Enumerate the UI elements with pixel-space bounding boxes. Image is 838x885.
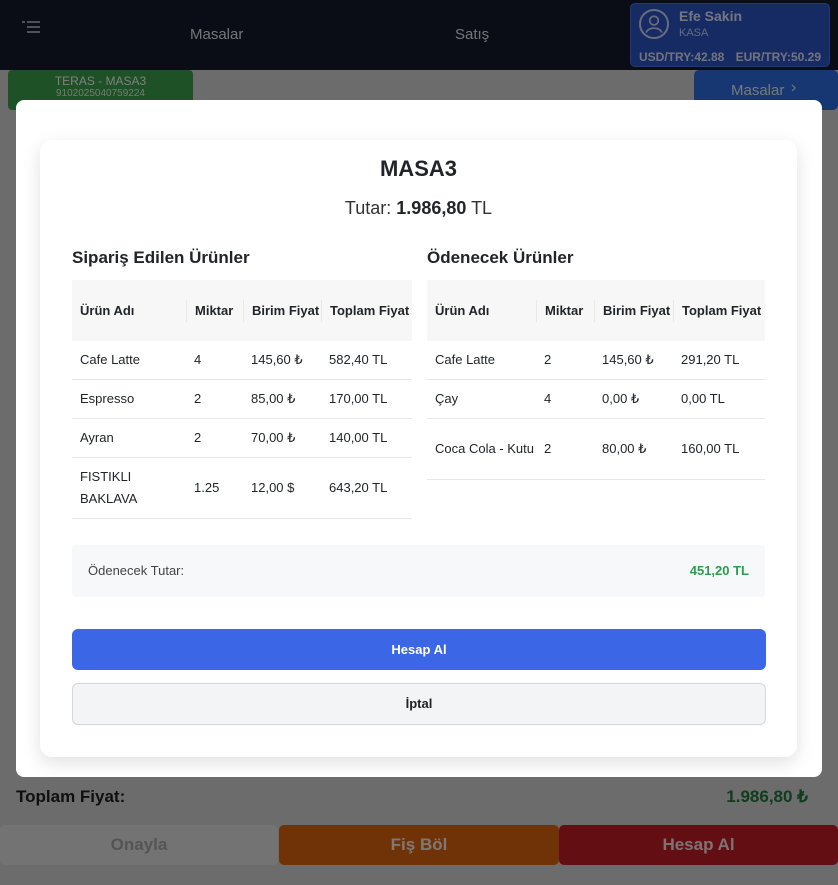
payment-modal: MASA3 Tutar: 1.986,80 TL Sipariş Edilen … (16, 100, 822, 777)
cell-unit-price: 80,00 ₺ (602, 441, 647, 456)
payment-modal-card: MASA3 Tutar: 1.986,80 TL Sipariş Edilen … (40, 140, 797, 757)
summary-label: Ödenecek Tutar: (88, 563, 185, 578)
cell-product: Çay (435, 391, 459, 406)
header-toplam-fiyat: Toplam Fiyat (673, 299, 765, 322)
ordered-products-title: Sipariş Edilen Ürünler (72, 248, 250, 267)
header-miktar: Miktar (186, 299, 243, 322)
modal-title: MASA3 (379, 156, 457, 181)
cell-product: Coca Cola - Kutu (435, 441, 534, 456)
summary-value: 451,20 TL (689, 563, 749, 578)
table-row[interactable]: Cafe Latte 4 145,60 ₺ 582,40 TL (72, 341, 412, 380)
cell-total-price: 0,00 TL (681, 391, 725, 406)
cell-total-price: 170,00 TL (329, 391, 388, 406)
cell-product: Ayran (80, 430, 114, 445)
cell-unit-price: 145,60 ₺ (251, 352, 303, 367)
cell-total-price: 582,40 TL (329, 352, 388, 367)
table-row[interactable]: Cafe Latte 2 145,60 ₺ 291,20 TL (427, 341, 765, 380)
cell-product: Cafe Latte (435, 352, 495, 367)
cell-quantity: 2 (194, 391, 202, 406)
header-urun-adi: Ürün Adı (80, 302, 135, 318)
cell-quantity: 1.25 (194, 480, 220, 495)
table-header: Ürün Adı Miktar Birim Fiyat Toplam Fiyat (72, 280, 412, 341)
cell-unit-price: 12,00 $ (251, 480, 295, 495)
cell-unit-price: 70,00 ₺ (251, 430, 296, 445)
cell-quantity: 2 (544, 352, 552, 367)
confirm-payment-button[interactable]: Hesap Al (72, 629, 766, 670)
cell-quantity: 4 (544, 391, 552, 406)
modal-total: Tutar: 1.986,80 TL (40, 198, 797, 219)
cell-total-price: 291,20 TL (681, 352, 740, 367)
cell-quantity: 2 (544, 441, 552, 456)
header-miktar: Miktar (536, 299, 594, 322)
cell-total-price: 643,20 TL (329, 480, 388, 495)
header-birim-fiyat: Birim Fiyat (594, 299, 673, 322)
cell-unit-price: 85,00 ₺ (251, 391, 296, 406)
payment-summary: Ödenecek Tutar: 451,20 TL (72, 545, 765, 597)
table-row[interactable]: FISTIKLI BAKLAVA 1.25 12,00 $ 643,20 TL (72, 458, 412, 519)
cell-product: Espresso (80, 391, 135, 406)
cell-unit-price: 0,00 ₺ (602, 391, 640, 406)
table-row[interactable]: Coca Cola - Kutu 2 80,00 ₺ 160,00 TL (427, 419, 765, 480)
cell-total-price: 160,00 TL (681, 441, 740, 456)
ordered-products-table: Ürün Adı Miktar Birim Fiyat Toplam Fiyat… (72, 280, 412, 519)
cell-product: FISTIKLI BAKLAVA (80, 469, 138, 506)
header-birim-fiyat: Birim Fiyat (243, 299, 321, 322)
header-urun-adi: Ürün Adı (435, 302, 490, 318)
header-toplam-fiyat: Toplam Fiyat (321, 299, 412, 322)
to-pay-products-title: Ödenecek Ürünler (427, 248, 574, 267)
table-row[interactable]: Çay 4 0,00 ₺ 0,00 TL (427, 380, 765, 419)
cell-total-price: 140,00 TL (329, 430, 388, 445)
cell-product: Cafe Latte (80, 352, 140, 367)
table-row[interactable]: Espresso 2 85,00 ₺ 170,00 TL (72, 380, 412, 419)
cancel-button[interactable]: İptal (72, 683, 766, 725)
to-pay-products-table: Ürün Adı Miktar Birim Fiyat Toplam Fiyat… (427, 280, 765, 480)
modal-total-label: Tutar: (344, 198, 392, 218)
modal-total-value: 1.986,80 (396, 198, 467, 218)
cell-quantity: 2 (194, 430, 202, 445)
table-row[interactable]: Ayran 2 70,00 ₺ 140,00 TL (72, 419, 412, 458)
cell-unit-price: 145,60 ₺ (602, 352, 654, 367)
cell-quantity: 4 (194, 352, 202, 367)
table-header: Ürün Adı Miktar Birim Fiyat Toplam Fiyat (427, 280, 765, 341)
modal-total-currency: TL (471, 198, 493, 218)
